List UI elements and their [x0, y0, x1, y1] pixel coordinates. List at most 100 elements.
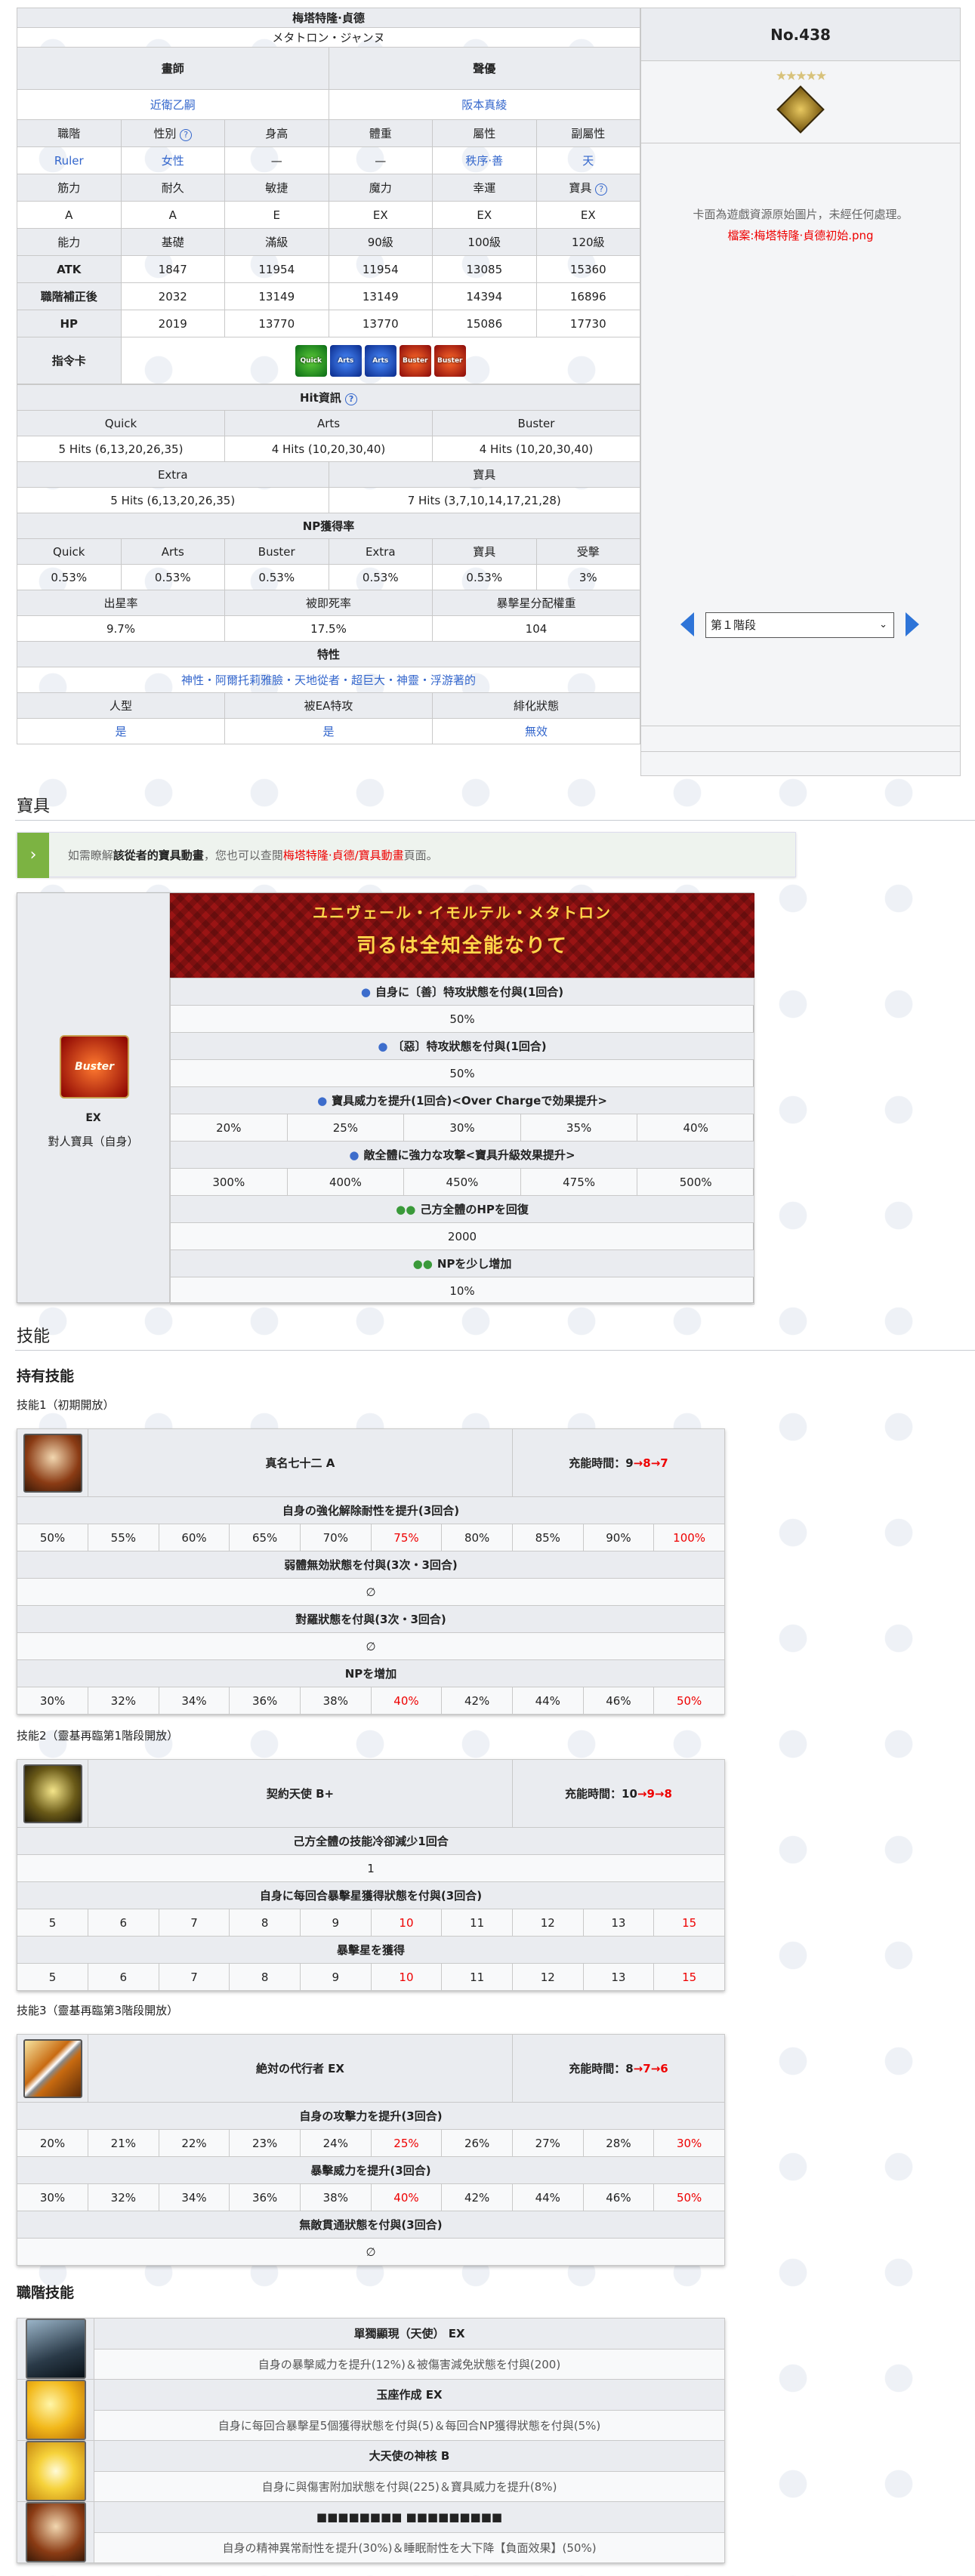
skill-value: 32%: [88, 1687, 159, 1715]
buster-hits: 4 Hits (10,20,30,40): [432, 436, 640, 462]
skill-value: 7: [158, 1963, 230, 1991]
skill-value: 26%: [441, 2129, 513, 2157]
weight-value: —: [328, 146, 433, 174]
hp-cell: 15086: [432, 310, 537, 337]
skill-value: 50%: [653, 2183, 725, 2211]
class-icon: [776, 85, 825, 134]
skill-value: 28%: [582, 2129, 655, 2157]
party-icon: ●●: [396, 1203, 416, 1216]
np-gain-cell: 0.53%: [120, 564, 225, 590]
skill-value: 42%: [441, 2183, 513, 2211]
np-effect-6: ●● NPを少し增加: [170, 1249, 754, 1277]
np-extra-header: Extra: [328, 538, 433, 565]
help-icon[interactable]: ?: [345, 393, 358, 405]
notice-text: 如需瞭解: [67, 849, 113, 862]
angel-figure-icon: [25, 2319, 86, 2379]
np-hits-header: 寶具: [328, 461, 640, 488]
voice-actor-link[interactable]: 阪本真綾: [328, 89, 640, 120]
gender-link[interactable]: 女性: [120, 146, 225, 174]
corr-cell: 13149: [328, 282, 433, 310]
skill-value: 15: [653, 1963, 725, 1991]
hit-info-header: Hit資訊 ?: [17, 384, 640, 411]
class-skill-desc: 自身の暴擊威力を提升(12%)＆被傷害減免狀態を付與(200): [94, 2348, 725, 2380]
class-skill-2-icon-cell: [17, 2379, 94, 2441]
np-effect-value: 40%: [637, 1114, 754, 1142]
skill-value: 8: [229, 1963, 301, 1991]
np-effect-value: 20%: [170, 1114, 288, 1142]
skill-1-cooldown: 充能時間：9→8→7: [511, 1428, 726, 1497]
arts-hits: 4 Hits (10,20,30,40): [224, 436, 433, 462]
np-animation-link[interactable]: 梅塔特隆·貞德/寶具動畫: [283, 849, 404, 862]
skill-value: 36%: [229, 1687, 301, 1715]
np-gain-cell: 0.53%: [17, 564, 122, 590]
atk-cell: 11954: [224, 255, 329, 283]
traits-links[interactable]: 神性・阿爾托莉雅臉・天地從者・超巨大・神靈・浮游著的: [17, 667, 640, 693]
illustrator-link[interactable]: 近衛乙嗣: [17, 89, 329, 120]
skill-values-row: 5 6 7 8 9 10 11 12 13 15: [17, 1909, 725, 1937]
np-effect-value: 10%: [170, 1277, 754, 1305]
np-effect-value: 25%: [286, 1114, 405, 1142]
humanoid-value[interactable]: 是: [17, 718, 225, 744]
np-effect-3: ● 寶具威力を提升(1回合)<Over Chargeで効果提升>: [170, 1086, 754, 1114]
skill-values-row: 30% 32% 34% 36% 38% 40% 42% 44% 46% 50%: [17, 2183, 725, 2211]
chevron-down-icon: ⌄: [879, 619, 887, 630]
skill-values-row: 5 6 7 8 9 10 11 12 13 15: [17, 1963, 725, 1991]
prev-arrow-icon[interactable]: [680, 612, 694, 636]
skill-value: 34%: [158, 1687, 230, 1715]
servant-name-ja: メタトロン・ジャンヌ: [17, 27, 640, 48]
np-name: 司るは全知全能なりて: [356, 935, 568, 957]
buster-card-icon: Buster: [399, 344, 431, 377]
lv120-header: 120級: [535, 228, 640, 256]
humanoid-header: 人型: [17, 692, 225, 719]
skill-value: 36%: [229, 2183, 301, 2211]
skill-value: 11: [441, 1909, 513, 1937]
skill-value: 44%: [511, 1687, 584, 1715]
skill-value: 50%: [653, 1687, 725, 1715]
hp-cell: 17730: [535, 310, 640, 337]
seal-value[interactable]: 無效: [432, 718, 640, 744]
np-header: 寶具 ?: [535, 174, 640, 202]
ea-value[interactable]: 是: [224, 718, 433, 744]
np-effect-value: 475%: [520, 1168, 638, 1196]
skill-value: 46%: [582, 2183, 655, 2211]
skill-value: 9: [299, 1963, 372, 1991]
single-user-icon: ●: [378, 1040, 388, 1053]
skill-2-subtitle: 技能2（靈基再臨第1階段開放）: [17, 1729, 179, 1742]
skill-value: 40%: [370, 2183, 443, 2211]
skill-1-icon-cell: [17, 1428, 88, 1497]
illust-header: 畫師: [17, 47, 329, 90]
buster-card-icon: Buster: [60, 1035, 129, 1098]
end-value: A: [120, 201, 225, 229]
stage-select[interactable]: 第１階段 ⌄: [705, 612, 894, 638]
class-link[interactable]: Ruler: [17, 146, 122, 174]
np-np-header: 寶具: [432, 538, 537, 565]
party-icon: ●●: [412, 1257, 433, 1271]
buster-header: Buster: [432, 410, 640, 436]
class-skill-name: 大天使の神核 B: [94, 2440, 725, 2472]
image-file-link[interactable]: 檔案:梅塔特隆·貞德初始.png: [641, 227, 960, 243]
help-icon[interactable]: ?: [180, 129, 193, 141]
next-arrow-icon[interactable]: [906, 612, 919, 636]
lv100-header: 100級: [432, 228, 537, 256]
skill-value: 21%: [88, 2129, 159, 2157]
alignment-link[interactable]: 秩序·善: [432, 146, 537, 174]
profile-table: 梅塔特隆·貞德 メタトロン・ジャンヌ 畫師 聲優 近衛乙嗣 阪本真綾 職階 性別 ?…: [17, 8, 640, 744]
np-effect-1: ● 自身に〔善〕特攻狀態を付與(1回合): [170, 978, 754, 1006]
servant-name: 梅塔特隆·貞德: [17, 8, 640, 28]
skill-value: ∅: [17, 2238, 725, 2266]
death-rate: 17.5%: [224, 615, 433, 642]
np-hurt-header: 受擊: [535, 538, 640, 565]
class-skill-3-icon-cell: [17, 2440, 94, 2502]
np-effect-value: 450%: [403, 1168, 521, 1196]
np-section-title: 寶具: [17, 797, 51, 816]
np-notice: › 如需瞭解該從者的寶具動畫，您也可以查閱梅塔特隆·貞德/寶具動畫頁面。: [17, 832, 796, 878]
robed-figure-icon: [23, 1433, 82, 1493]
skill-effect: 自身に每回合暴擊星獲得狀態を付與(3回合): [17, 1881, 725, 1909]
np-effect-value: 50%: [170, 1005, 754, 1033]
skill-value: 11: [441, 1963, 513, 1991]
skill-effect: 對羅狀態を付與(3次・3回合): [17, 1605, 725, 1633]
subattribute-link[interactable]: 天: [535, 146, 640, 174]
np-rank: EX: [85, 1112, 101, 1124]
np-effect-value: 300%: [170, 1168, 288, 1196]
help-icon[interactable]: ?: [595, 183, 608, 196]
